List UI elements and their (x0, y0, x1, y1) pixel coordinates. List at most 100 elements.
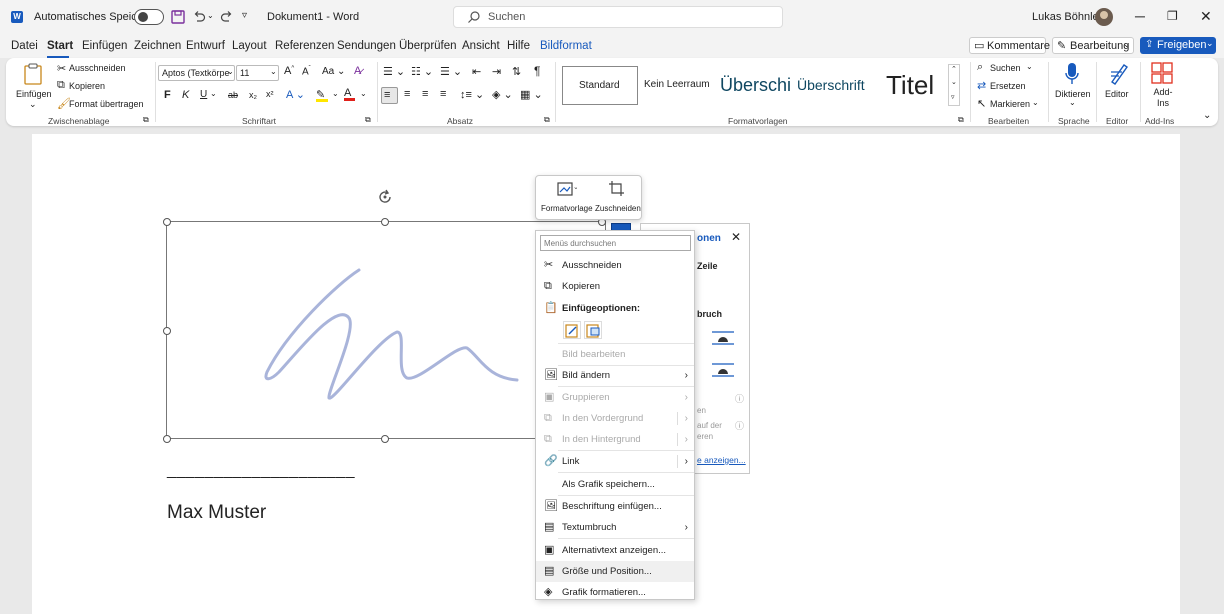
menu-search-input[interactable]: Menüs durchsuchen (540, 235, 691, 251)
multilevel-list-icon[interactable]: ☰ ⌄ (440, 65, 462, 78)
superscript-button[interactable]: x² (266, 89, 274, 99)
paste-picture-icon[interactable] (584, 321, 602, 339)
menu-item-save-as-picture[interactable]: Als Grafik speichern... (536, 474, 694, 495)
editor-button[interactable]: Editor (1100, 60, 1136, 112)
tab-ansicht[interactable]: Ansicht (462, 40, 500, 52)
share-button[interactable]: ⇪ Freigeben ⌄ (1140, 37, 1216, 54)
align-right-icon[interactable]: ≡ (422, 88, 428, 100)
close-icon[interactable]: ✕ (731, 230, 741, 244)
tab-entwurf[interactable]: Entwurf (186, 40, 225, 52)
tab-ueberpruefen[interactable]: Überprüfen (399, 40, 457, 52)
addins-button[interactable]: Add-Ins (1144, 60, 1180, 112)
font-size-select[interactable]: 11 ⌄ (236, 65, 279, 81)
chevron-down-icon[interactable]: ⌄ (332, 89, 339, 98)
copy-button[interactable]: ⧉ Kopieren (55, 79, 145, 94)
subscript-button[interactable]: x₂ (249, 90, 257, 100)
menu-item-link[interactable]: 🔗 Link › (536, 451, 694, 472)
align-center-icon[interactable]: ≡ (404, 88, 410, 100)
grow-font-icon[interactable]: A^ (284, 65, 294, 77)
sort-icon[interactable]: ⇅ (512, 65, 521, 78)
resize-handle[interactable] (163, 435, 171, 443)
text-effects-icon[interactable]: A ⌄ (286, 88, 305, 101)
dialog-launcher-icon[interactable]: ⧉ (544, 115, 550, 125)
paste-button[interactable]: Einfügen ⌄ (14, 61, 52, 111)
resize-handle[interactable] (163, 218, 171, 226)
tab-einfuegen[interactable]: Einfügen (82, 40, 127, 52)
align-left-button[interactable]: ≡ (381, 87, 398, 104)
wrap-option-icon[interactable] (711, 330, 735, 346)
menu-item-copy[interactable]: ⧉ Kopieren (536, 276, 694, 297)
chevron-down-icon[interactable]: ⌄ (360, 89, 367, 98)
shading-icon[interactable]: ◈ ⌄ (492, 88, 513, 101)
minimize-icon[interactable]: ─ (1135, 8, 1145, 24)
borders-icon[interactable]: ▦ ⌄ (520, 88, 543, 101)
rotate-handle-icon[interactable] (377, 189, 393, 205)
dialog-launcher-icon[interactable]: ⧉ (143, 115, 149, 125)
crop-button[interactable]: Zuschneiden (593, 179, 641, 217)
style-standard[interactable]: Standard (562, 66, 638, 105)
redo-icon[interactable] (220, 10, 234, 24)
dictate-button[interactable]: Diktieren ⌄ (1052, 60, 1092, 112)
find-button[interactable]: ⌕ Suchen ⌄ (976, 61, 1038, 76)
justify-icon[interactable]: ≡ (440, 88, 446, 100)
replace-button[interactable]: ⇄ Ersetzen (976, 79, 1038, 94)
numbering-icon[interactable]: ☷ ⌄ (411, 65, 433, 78)
tab-bildformat[interactable]: Bildformat (540, 40, 592, 52)
restore-icon[interactable]: ❐ (1167, 9, 1178, 23)
select-button[interactable]: ↖ Markieren ⌄ (976, 97, 1046, 112)
bullets-icon[interactable]: ☰ ⌄ (383, 65, 405, 78)
save-icon[interactable] (171, 10, 185, 24)
undo-icon[interactable] (192, 10, 206, 24)
avatar[interactable] (1095, 8, 1113, 26)
underline-button[interactable]: U (200, 89, 207, 100)
style-heading1[interactable]: Überschi (720, 75, 791, 96)
shrink-font-icon[interactable]: Aˇ (302, 66, 311, 77)
show-more-link[interactable]: e anzeigen... (697, 455, 746, 465)
menu-item-cut[interactable]: ✂ Ausschneiden (536, 255, 694, 276)
italic-button[interactable]: K (182, 89, 189, 101)
resize-handle[interactable] (381, 435, 389, 443)
format-painter-button[interactable]: 🖌 Format übertragen (55, 97, 147, 112)
undo-dropdown-icon[interactable]: ⌄ (207, 11, 214, 20)
font-name-select[interactable]: Aptos (Textkörpe ⌄ (158, 65, 235, 81)
tab-layout[interactable]: Layout (232, 40, 267, 52)
picture-style-button[interactable]: ⌄ Formatvorlage (539, 179, 593, 217)
editing-mode-button[interactable]: ✎ Bearbeitung ⌄ (1052, 37, 1134, 54)
tab-start[interactable]: Start (47, 40, 73, 52)
change-case-button[interactable]: Aa ⌄ (322, 66, 345, 77)
style-heading2[interactable]: Überschrift (797, 77, 865, 93)
bold-button[interactable]: F (164, 89, 171, 101)
customize-quick-access-icon[interactable]: ▿ (242, 10, 247, 21)
close-icon[interactable]: ✕ (1200, 8, 1212, 25)
tab-sendungen[interactable]: Sendungen (337, 40, 396, 52)
increase-indent-icon[interactable]: ⇥ (492, 65, 501, 78)
menu-item-text-wrap[interactable]: ▤ Textumbruch › (536, 517, 694, 538)
font-color-icon[interactable]: A (344, 87, 355, 101)
clear-formatting-icon[interactable]: A̷ (354, 65, 361, 77)
tab-zeichnen[interactable]: Zeichnen (134, 40, 181, 52)
paste-keep-format-icon[interactable] (563, 321, 581, 339)
menu-item-insert-caption[interactable]: 🖼 Beschriftung einfügen... (536, 496, 694, 517)
tab-datei[interactable]: Datei (11, 40, 38, 52)
wrap-option-icon[interactable] (711, 362, 735, 378)
menu-item-alt-text[interactable]: ▣ Alternativtext anzeigen... (536, 540, 694, 561)
resize-handle[interactable] (381, 218, 389, 226)
decrease-indent-icon[interactable]: ⇤ (472, 65, 481, 78)
comments-button[interactable]: ▭ Kommentare (969, 37, 1050, 54)
collapse-ribbon-icon[interactable]: ⌄ (1203, 110, 1211, 121)
show-formatting-icon[interactable]: ¶ (534, 64, 540, 78)
autosave-toggle[interactable] (134, 9, 164, 25)
dialog-launcher-icon[interactable]: ⧉ (365, 115, 371, 125)
tab-hilfe[interactable]: Hilfe (507, 40, 530, 52)
style-title[interactable]: Titel (886, 70, 934, 101)
style-no-spacing[interactable]: Kein Leerraum (644, 79, 710, 90)
strikethrough-button[interactable]: ab (228, 90, 238, 100)
cut-button[interactable]: ✂ Ausschneiden (55, 61, 145, 76)
chevron-down-icon[interactable]: ⌄ (210, 89, 217, 98)
dialog-launcher-icon[interactable]: ⧉ (958, 115, 964, 125)
styles-scroll[interactable]: ⌃ ⌄ ▿ (948, 64, 960, 106)
resize-handle[interactable] (163, 327, 171, 335)
tab-referenzen[interactable]: Referenzen (275, 40, 334, 52)
search-box[interactable]: Suchen (453, 6, 783, 28)
line-spacing-icon[interactable]: ↕≡ ⌄ (460, 88, 484, 101)
